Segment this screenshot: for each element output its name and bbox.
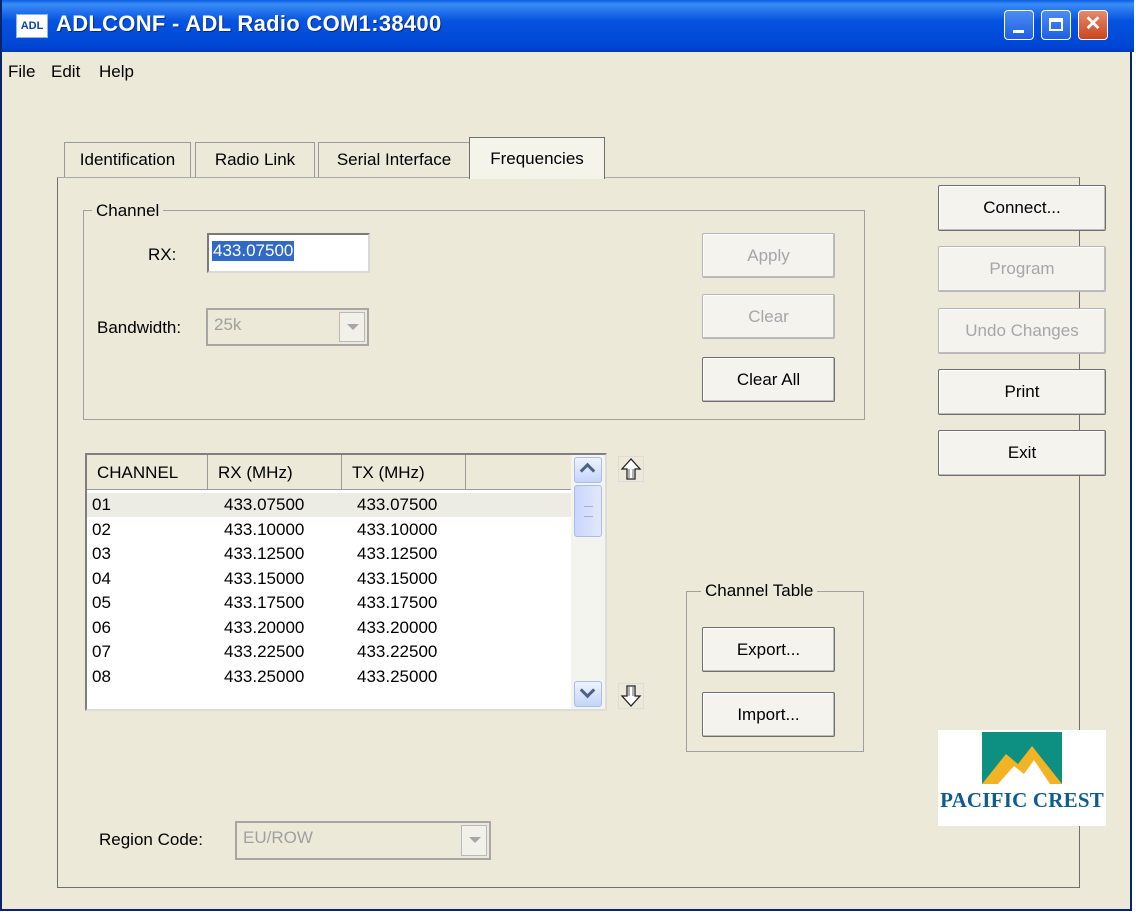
window-title: ADLCONF - ADL Radio COM1:38400 (56, 11, 442, 36)
clear-all-button[interactable]: Clear All (702, 357, 835, 402)
app-icon[interactable]: ADL (16, 14, 48, 38)
chevron-down-icon[interactable] (461, 825, 487, 856)
menu-help[interactable]: Help (99, 62, 134, 82)
scroll-down-button[interactable] (574, 681, 602, 707)
move-down-arrow-icon (620, 685, 642, 707)
title-bar[interactable]: ADL ADLCONF - ADL Radio COM1:38400 ✕ (2, 0, 1134, 52)
table-row[interactable]: 06 433.20000 433.20000 (87, 616, 571, 640)
table-row[interactable]: 08 433.25000 433.25000 (87, 665, 571, 689)
column-header-channel[interactable]: CHANNEL (87, 455, 208, 489)
exit-button[interactable]: Exit (938, 430, 1106, 476)
import-button[interactable]: Import... (702, 692, 835, 737)
list-scrollbar[interactable] (571, 455, 605, 709)
cell-tx: 433.12500 (357, 544, 438, 563)
rx-input-value: 433.07500 (212, 241, 295, 261)
cell-tx: 433.20000 (357, 617, 438, 637)
rx-input[interactable]: 433.07500 (207, 233, 370, 273)
table-row[interactable]: 05 433.17500 433.17500 (87, 591, 571, 615)
move-down-button[interactable] (618, 683, 644, 709)
connect-button[interactable]: Connect... (938, 185, 1106, 231)
channel-table-group-title: Channel Table (701, 581, 818, 601)
cell-rx: 433.15000 (224, 568, 305, 588)
undo-changes-button[interactable]: Undo Changes (938, 308, 1106, 354)
table-row[interactable]: 03 433.12500 433.12500 (87, 542, 571, 566)
column-header-tx[interactable]: TX (MHz) (342, 455, 466, 489)
app-window: ADL ADLCONF - ADL Radio COM1:38400 ✕ Fil… (0, 0, 1134, 911)
table-row[interactable]: 01 433.07500 433.07500 (87, 493, 571, 517)
tab-serial-interface[interactable]: Serial Interface (318, 142, 470, 178)
pacific-crest-logo: PACIFIC CREST (938, 730, 1106, 826)
move-up-arrow-icon (620, 458, 642, 480)
cell-tx: 433.22500 (357, 642, 438, 661)
channel-group-title: Channel (92, 201, 164, 221)
move-up-button[interactable] (618, 456, 644, 482)
cell-rx: 433.12500 (224, 544, 305, 563)
bandwidth-value: 25k (214, 315, 242, 334)
cell-tx: 433.07500 (357, 495, 438, 514)
region-code-value: EU/ROW (243, 828, 313, 847)
print-button[interactable]: Print (938, 369, 1106, 415)
menu-file[interactable]: File (8, 62, 35, 82)
cell-channel: 07 (92, 642, 111, 661)
cell-channel: 08 (92, 666, 111, 686)
clear-button[interactable]: Clear (702, 294, 835, 339)
scroll-thumb[interactable] (574, 485, 602, 537)
chevron-down-icon[interactable] (339, 312, 365, 342)
cell-tx: 433.25000 (357, 666, 438, 686)
channel-list-header: CHANNEL RX (MHz) TX (MHz) (87, 455, 571, 490)
minimize-button[interactable] (1004, 10, 1034, 40)
cell-channel: 04 (92, 568, 111, 588)
maximize-button[interactable] (1041, 10, 1071, 40)
tab-identification[interactable]: Identification (64, 142, 191, 178)
cell-rx: 433.22500 (224, 642, 305, 661)
region-code-select[interactable]: EU/ROW (235, 821, 491, 860)
cell-tx: 433.10000 (357, 519, 438, 539)
cell-rx: 433.07500 (224, 495, 305, 514)
export-button[interactable]: Export... (702, 627, 835, 672)
cell-tx: 433.15000 (357, 568, 438, 588)
cell-rx: 433.25000 (224, 666, 305, 686)
cell-rx: 433.20000 (224, 617, 305, 637)
cell-channel: 06 (92, 617, 111, 637)
cell-rx: 433.10000 (224, 519, 305, 539)
channel-list[interactable]: CHANNEL RX (MHz) TX (MHz) 01 433.07500 433… (85, 453, 607, 711)
region-code-label: Region Code: (99, 830, 203, 849)
table-row[interactable]: 02 433.10000 433.10000 (87, 518, 571, 542)
tab-radio-link[interactable]: Radio Link (195, 142, 315, 178)
table-row[interactable]: 07 433.22500 433.22500 (87, 640, 571, 664)
cell-channel: 02 (92, 519, 111, 539)
bandwidth-label: Bandwidth: (97, 318, 182, 337)
bandwidth-select[interactable]: 25k (206, 308, 369, 346)
apply-button[interactable]: Apply (702, 233, 835, 278)
logo-text: PACIFIC CREST (940, 788, 1104, 812)
program-button[interactable]: Program (938, 246, 1106, 292)
scroll-up-button[interactable] (574, 457, 602, 483)
column-header-rx[interactable]: RX (MHz) (208, 455, 342, 489)
cell-channel: 05 (92, 593, 111, 612)
rx-label: RX: (148, 245, 177, 264)
mountain-logo-icon (982, 732, 1062, 784)
close-button[interactable]: ✕ (1078, 10, 1108, 40)
tab-frequencies[interactable]: Frequencies (469, 137, 605, 179)
cell-channel: 01 (92, 495, 111, 514)
menu-edit[interactable]: Edit (51, 62, 80, 82)
table-row[interactable]: 04 433.15000 433.15000 (87, 567, 571, 591)
cell-tx: 433.17500 (357, 593, 438, 612)
cell-channel: 03 (92, 544, 111, 563)
cell-rx: 433.17500 (224, 593, 305, 612)
close-icon: ✕ (1084, 13, 1102, 35)
